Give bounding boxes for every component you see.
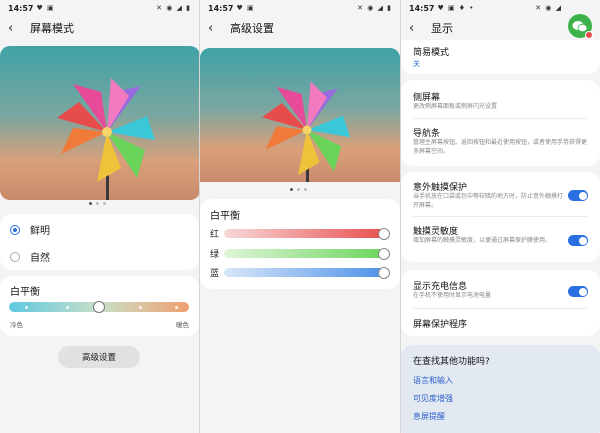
slider-thumb[interactable] [378,266,390,279]
preview-image [200,48,400,202]
rgb-balance-card: 白平衡 红 绿 蓝 [200,199,400,289]
wechat-floating-icon[interactable] [568,14,593,39]
accidental-touch-title: 意外触摸保护 [413,183,468,193]
page-dot[interactable] [103,202,106,205]
white-balance-title: 白平衡 [210,211,240,222]
page-indicator [89,202,106,205]
accidental-touch-toggle[interactable] [568,190,588,201]
warm-label: 暖色 [176,321,189,329]
screen-mode-screen: 14:57 ♥ ▣ ✕ ◉ ◢ ▮ ‹ 屏幕模式 鲜明 自然 白平衡 冷色 暖色… [0,0,199,433]
preview-image [0,46,199,200]
status-icons: ✕ ◉ ◢ ▮ [357,4,392,12]
radio-button-checked[interactable] [10,224,20,235]
status-time: 14:57 [8,3,34,13]
radio-button[interactable] [10,251,20,262]
mode-option-vivid[interactable]: 鲜明 [10,222,50,237]
find-more-title: 在查找其他功能吗? [413,357,490,367]
slider-tick [139,305,142,309]
pinwheel-preview-art [0,46,199,200]
mode-card: 鲜明 自然 [0,214,199,270]
back-arrow-icon[interactable]: ‹ [208,21,224,36]
screensaver-item[interactable]: 屏幕保护程序 [413,317,467,330]
slider-tick [25,305,28,309]
find-more-card: 在查找其他功能吗? 语言和输入 可见度增强 息屏提醒 [401,345,600,433]
notification-icons: ♥ ▣ [36,4,55,12]
easy-mode-title: 简易模式 [413,48,450,58]
slider-thumb[interactable] [378,227,390,240]
page-indicator [290,188,307,191]
touch-sensitivity-subtitle: 增加屏幕的触摸灵敏度，以便通过屏幕保护膜使用。 [413,237,552,244]
page-dot[interactable] [297,188,300,191]
slider-tick [175,305,178,309]
mode-label: 鲜明 [30,226,50,237]
status-icons: ✕ ◉ ◢ ▮ [156,4,191,12]
page-title: 屏幕模式 [30,22,74,35]
green-label: 绿 [210,250,220,260]
slider-thumb[interactable] [93,301,105,313]
separator [413,308,588,309]
separator [413,216,588,217]
easy-mode-value: 关 [413,60,420,68]
cool-label: 冷色 [10,321,23,329]
slider-thumb[interactable] [378,247,390,260]
notification-icons: ♥ ▣ [236,4,255,12]
nav-bar-title: 导航条 [413,129,441,139]
notification-icons: ♥ ▣ ♦ • [437,4,475,12]
slider-tick [66,305,69,309]
white-balance-title: 白平衡 [10,287,40,298]
page-dot[interactable] [304,188,307,191]
status-bar: 14:57 ♥ ▣ ✕ ◉ ◢ ▮ [0,0,199,14]
edge-screen-subtitle: 更改侧屏幕面板或侧屏闪光设置 [413,103,498,110]
page-dot-active[interactable] [89,202,92,205]
advanced-settings-screen: 14:57 ♥ ▣ ✕ ◉ ◢ ▮ ‹ 高级设置 白平衡 红 绿 蓝 [200,0,400,433]
link-language-input[interactable]: 语言和输入 [413,375,453,386]
mode-option-natural[interactable]: 自然 [10,249,50,264]
charging-info-toggle[interactable] [568,286,588,297]
chat-bubbles-icon [572,20,588,32]
page-dot[interactable] [96,202,99,205]
back-arrow-icon[interactable]: ‹ [8,21,24,36]
blue-slider[interactable] [224,266,390,279]
status-icons: ✕ ◉ ◢ [535,4,562,12]
back-arrow-icon[interactable]: ‹ [409,21,425,36]
pinwheel-preview-art [200,48,400,182]
app-bar: ‹ 屏幕模式 [0,16,199,40]
page-title: 显示 [431,22,453,35]
link-visibility[interactable]: 可见度增强 [413,393,453,404]
red-label: 红 [210,230,220,240]
charging-info-subtitle: 在手机不使用时显示电池电量 [413,292,492,299]
edge-nav-card: 侧屏幕 更改侧屏幕面板或侧屏闪光设置 导航条 管理主屏幕按钮。返回按钮和最近使用… [401,80,600,166]
app-bar: ‹ 高级设置 [200,16,400,40]
blue-label: 蓝 [210,269,220,279]
status-bar: 14:57 ♥ ▣ ♦ • ✕ ◉ ◢ [401,0,600,14]
page-title: 高级设置 [230,22,274,35]
status-time: 14:57 [409,3,435,13]
link-aod-reminder[interactable]: 息屏提醒 [413,411,445,422]
advanced-settings-button[interactable]: 高级设置 [58,346,140,368]
touch-sensitivity-toggle[interactable] [568,235,588,246]
status-time: 14:57 [208,3,234,13]
charging-card: 显示充电信息 在手机不使用时显示电池电量 屏幕保护程序 [401,270,600,336]
touch-card: 意外触摸保护 当手机放在口袋或包中等较暗的地方时，防止意外触摸打开屏幕。 触摸灵… [401,172,600,262]
green-slider[interactable] [224,247,390,260]
display-settings-screen: 14:57 ♥ ▣ ♦ • ✕ ◉ ◢ ‹ 显示 简易模式 关 侧屏幕 更改侧屏… [401,0,600,433]
mode-label: 自然 [30,253,50,264]
red-slider[interactable] [224,227,390,240]
white-balance-slider[interactable] [9,301,189,313]
separator [413,118,588,119]
charging-info-title: 显示充电信息 [413,282,468,292]
page-dot-active[interactable] [290,188,293,191]
status-bar: 14:57 ♥ ▣ ✕ ◉ ◢ ▮ [200,0,400,14]
easy-mode-card[interactable]: 简易模式 关 [401,40,600,74]
accidental-touch-subtitle: 当手机放在口袋或包中等较暗的地方时，防止意外触摸打开屏幕。 [413,193,564,209]
edge-screen-title: 侧屏幕 [413,93,441,103]
touch-sensitivity-title: 触摸灵敏度 [413,227,459,237]
notification-badge [585,31,593,39]
white-balance-card: 白平衡 冷色 暖色 [0,276,199,336]
nav-bar-subtitle: 管理主屏幕按钮。返回按钮和最近使用按钮，或者使用手势获得更多屏幕空间。 [413,139,588,155]
